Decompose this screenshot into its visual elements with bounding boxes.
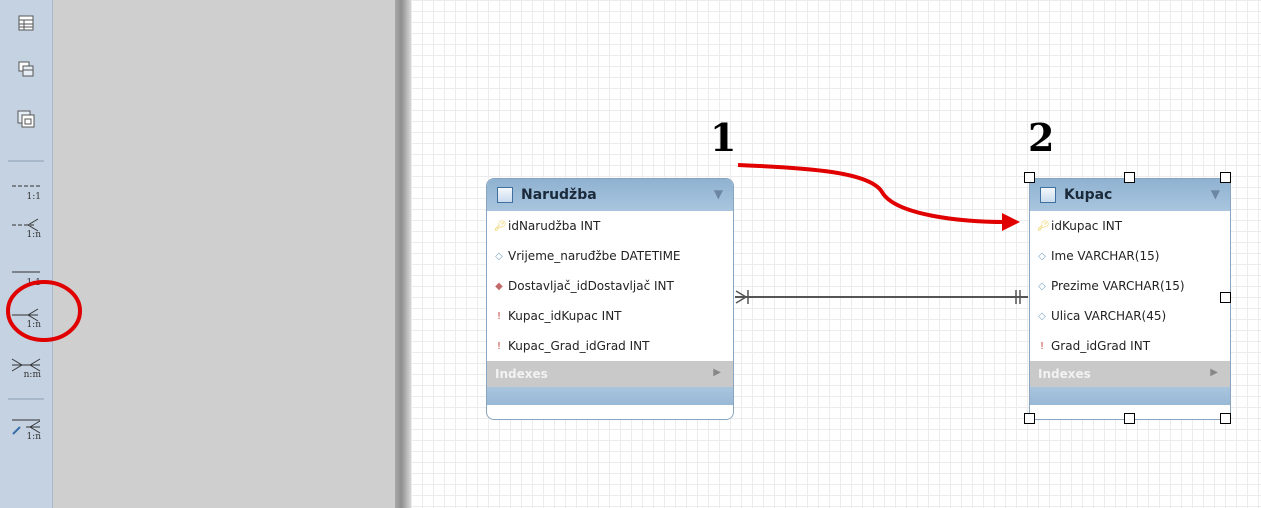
annotation-circle: [6, 280, 82, 342]
annotation-layer: [6, 163, 1028, 342]
relationship-connector[interactable]: [735, 290, 1028, 304]
annotation-label-1: 1: [710, 115, 737, 160]
annotation-arrow: [737, 163, 1007, 224]
annotation-arrowhead: [1002, 213, 1020, 231]
annotation-label-2: 2: [1028, 115, 1055, 160]
